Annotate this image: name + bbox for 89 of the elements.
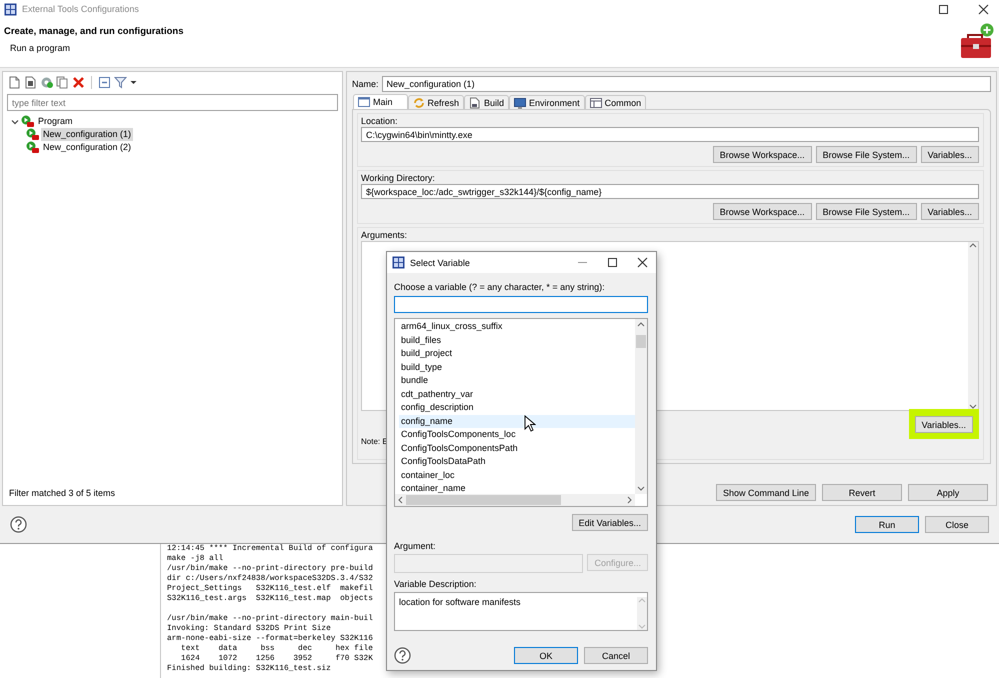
dialog-title: Select Variable [410, 258, 471, 268]
browse-button[interactable]: Browse File System... [816, 203, 917, 220]
location-label: Location: [361, 116, 399, 126]
browse-button[interactable]: Browse Workspace... [712, 146, 812, 163]
ok-button[interactable]: OK [514, 647, 578, 664]
prompt-label: Choose a variable (? = any character, * = any string): [394, 282, 606, 292]
mouse-pointer-icon [524, 415, 536, 432]
document-icon[interactable] [24, 76, 37, 88]
app-icon [4, 2, 17, 16]
caret-icon[interactable] [130, 79, 137, 85]
variable-item[interactable]: ConfigToolsComponentsPath [399, 442, 635, 455]
run-button[interactable]: Run [855, 516, 919, 533]
copy-icon[interactable] [56, 76, 69, 88]
chevron-down-icon[interactable] [11, 118, 19, 126]
app-icon [392, 256, 405, 269]
browse-button[interactable]: Browse File System... [816, 146, 917, 163]
cancel-button[interactable]: Cancel [584, 647, 648, 664]
variable-item[interactable]: build_type [399, 360, 635, 374]
scroll-down-icon [638, 623, 646, 630]
close-icon[interactable] [637, 257, 648, 268]
scroll-up-icon[interactable] [637, 321, 645, 328]
variable-item[interactable]: config_name [399, 414, 635, 428]
document-icon [469, 96, 482, 108]
working-directory-field[interactable]: ${workspace_loc:/adc_swtrigger_s32k144}/${config_name} [361, 184, 979, 199]
tab[interactable]: Main [353, 94, 408, 109]
browse-button[interactable]: Browse Workspace... [712, 203, 812, 220]
dialog-heading: Create, manage, and run configurations [4, 26, 184, 37]
filter-field[interactable]: type filter text [7, 94, 338, 111]
variable-item[interactable]: arm64_linux_cross_suffix [399, 320, 635, 334]
scroll-up-icon[interactable] [969, 242, 977, 249]
variable-item[interactable]: container_name [399, 482, 635, 494]
action-button[interactable]: Revert [822, 484, 902, 501]
action-button[interactable]: Apply [908, 484, 988, 501]
edit-variables-button[interactable]: Edit Variables... [572, 514, 648, 531]
scroll-right-icon[interactable] [626, 496, 633, 504]
scroll-down-icon[interactable] [637, 485, 645, 492]
variable-item[interactable]: bundle [399, 374, 635, 388]
filter-icon[interactable] [114, 76, 127, 88]
description-label: Variable Description: [394, 579, 478, 589]
tab[interactable]: Common [584, 95, 646, 109]
close-icon[interactable] [978, 4, 989, 14]
scrollbar-thumb[interactable] [636, 335, 646, 348]
run-config-icon [26, 128, 39, 141]
tree-item[interactable]: New_configuration (2) [41, 141, 134, 154]
variables-button[interactable]: Variables... [914, 416, 973, 433]
argument-label: Argument: [394, 541, 437, 551]
variable-item[interactable]: container_loc [399, 468, 635, 482]
window-icon [358, 96, 370, 108]
scrollbar-thumb[interactable] [406, 495, 561, 505]
scroll-up-icon [638, 597, 646, 604]
variable-item[interactable]: config_description [399, 401, 635, 414]
scroll-down-icon[interactable] [969, 403, 977, 410]
browse-button[interactable]: Variables... [920, 203, 979, 220]
window-title: External Tools Configurations [22, 4, 140, 14]
tab[interactable]: Environment [509, 95, 585, 109]
maximize-icon[interactable] [607, 257, 618, 268]
help-icon[interactable] [10, 516, 27, 533]
scroll-left-icon[interactable] [397, 496, 404, 504]
collapse-icon[interactable] [98, 76, 111, 88]
run-config-icon [21, 115, 34, 128]
close-button[interactable]: Close [925, 516, 989, 533]
location-field[interactable]: C:\cygwin64\bin\mintty.exe [361, 127, 979, 142]
action-button[interactable]: Show Command Line [716, 484, 816, 501]
name-field[interactable]: New_configuration (1) [382, 76, 991, 92]
dialog-subtitle: Run a program [9, 43, 72, 53]
variable-filter-field[interactable] [394, 296, 648, 313]
filter-status: Filter matched 3 of 5 items [8, 488, 116, 500]
tab[interactable]: Build [464, 95, 510, 109]
variable-item[interactable]: build_files [399, 334, 635, 347]
tree-item[interactable]: New_configuration (1) [41, 128, 134, 141]
maximize-icon[interactable] [938, 4, 949, 14]
browse-button[interactable]: Variables... [920, 146, 979, 163]
name-label: Name: [352, 79, 379, 89]
new-document-icon[interactable] [8, 76, 21, 88]
run-config-icon [26, 141, 39, 154]
tree-item[interactable]: Program [36, 115, 75, 128]
variable-item[interactable]: ConfigToolsComponents_loc [399, 428, 635, 442]
refresh-icon [412, 96, 425, 108]
tab[interactable]: Refresh [408, 95, 464, 109]
delete-icon[interactable] [72, 76, 85, 88]
description-text: location for software manifests [399, 597, 521, 609]
variable-item[interactable]: build_project [399, 347, 635, 360]
arguments-label: Arguments: [361, 230, 408, 240]
variable-item[interactable]: cdt_pathentry_var [399, 388, 635, 401]
help-icon[interactable] [394, 647, 411, 664]
monitor-icon [514, 96, 526, 108]
table-icon [590, 96, 602, 108]
working-directory-label: Working Directory: [361, 173, 436, 183]
variable-item[interactable]: ConfigToolsDataPath [399, 455, 635, 468]
